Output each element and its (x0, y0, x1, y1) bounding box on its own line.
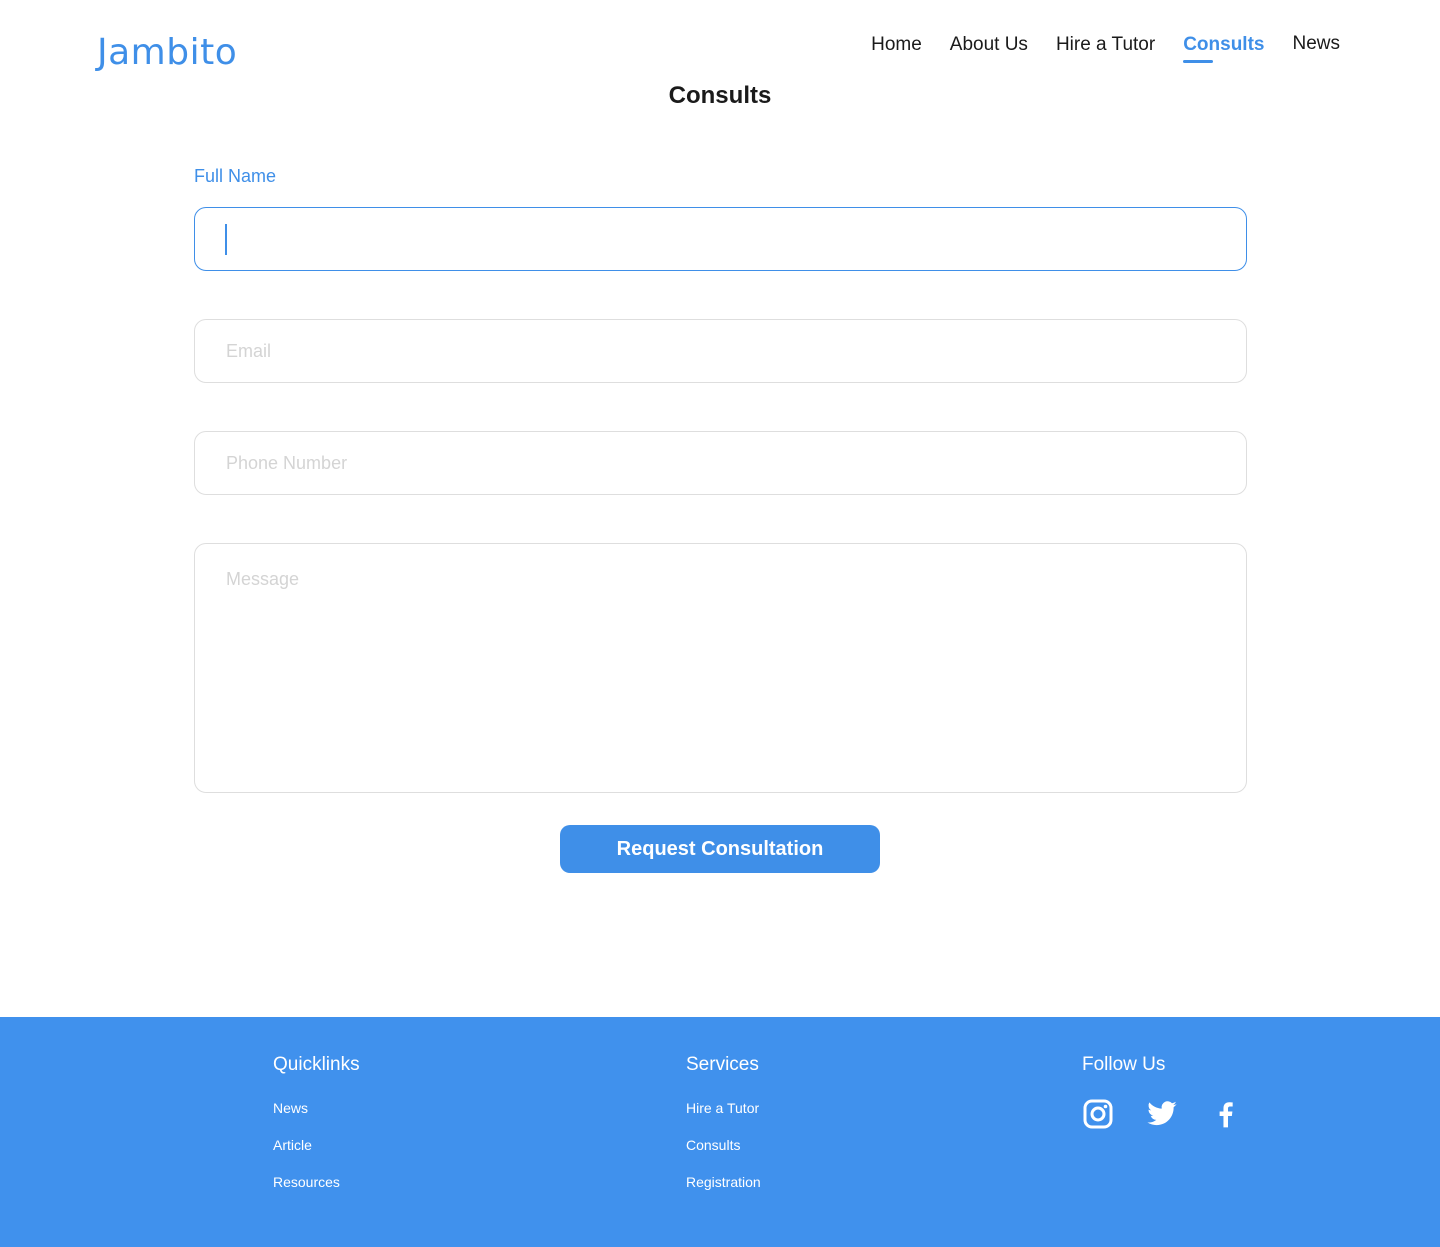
message-textarea[interactable]: Message (194, 543, 1247, 793)
twitter-icon[interactable] (1146, 1098, 1178, 1130)
footer-link-registration[interactable]: Registration (686, 1174, 761, 1190)
phone-number-input[interactable]: Phone Number (194, 431, 1247, 495)
instagram-icon[interactable] (1082, 1098, 1114, 1130)
footer-link-news[interactable]: News (273, 1100, 360, 1116)
site-footer: Quicklinks News Article Resources Servic… (0, 1017, 1440, 1247)
services-heading: Services (686, 1054, 759, 1075)
active-nav-indicator (1183, 60, 1214, 63)
message-placeholder: Message (226, 569, 300, 589)
footer-services: Services Hire a Tutor Consults Registrat… (686, 1054, 761, 1211)
email-placeholder: Email (226, 341, 272, 361)
full-name-input[interactable] (194, 207, 1247, 271)
page-title: Consults (668, 82, 772, 109)
social-icons (1082, 1098, 1242, 1130)
footer-follow-us: Follow Us (1082, 1054, 1242, 1130)
footer-quicklinks: Quicklinks News Article Resources (273, 1054, 360, 1211)
follow-us-heading: Follow Us (1082, 1054, 1166, 1075)
footer-link-consults[interactable]: Consults (686, 1137, 761, 1153)
footer-link-resources[interactable]: Resources (273, 1174, 360, 1190)
nav-home[interactable]: Home (871, 34, 922, 56)
brand-logo[interactable]: Jambito (97, 32, 237, 73)
quicklinks-heading: Quicklinks (273, 1054, 360, 1075)
footer-link-hire-a-tutor[interactable]: Hire a Tutor (686, 1100, 761, 1116)
site-header: Jambito Home About Us Hire a Tutor Consu… (0, 0, 1440, 90)
facebook-icon[interactable] (1210, 1098, 1242, 1130)
full-name-label: Full Name (194, 166, 277, 186)
nav-hire-a-tutor[interactable]: Hire a Tutor (1056, 34, 1155, 56)
nav-consults[interactable]: Consults (1183, 34, 1264, 63)
nav-about-us[interactable]: About Us (950, 34, 1028, 56)
request-consultation-button[interactable]: Request Consultation (560, 825, 880, 873)
footer-link-article[interactable]: Article (273, 1137, 360, 1153)
email-input[interactable]: Email (194, 319, 1247, 383)
nav-news[interactable]: News (1292, 33, 1340, 55)
text-caret (225, 224, 227, 255)
phone-number-placeholder: Phone Number (226, 453, 348, 473)
main-nav: Home About Us Hire a Tutor Consults News (871, 33, 1340, 63)
